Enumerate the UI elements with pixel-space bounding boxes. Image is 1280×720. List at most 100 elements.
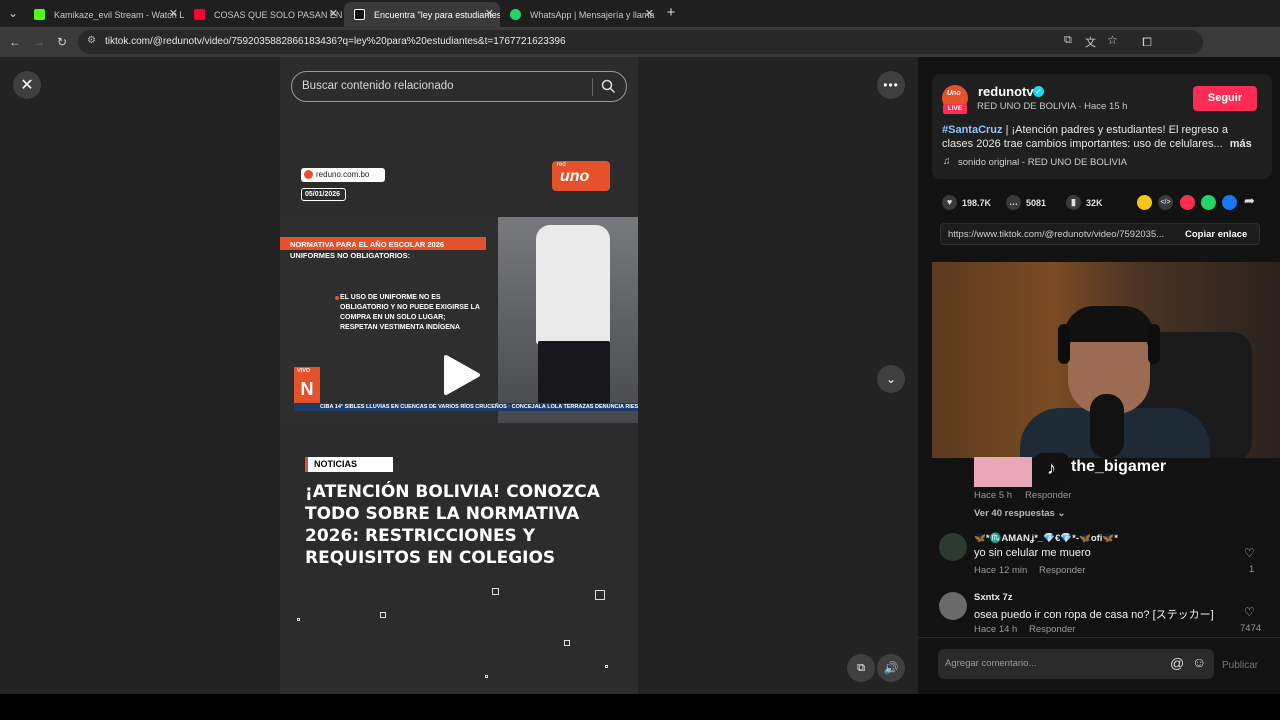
comment-time: Hace 12 min [974,565,1028,576]
hashtag-link[interactable]: #SantaCruz [942,124,1003,136]
like-comment-icon[interactable]: ♡ [1244,546,1255,560]
share-arrow-icon[interactable]: ➦ [1244,193,1255,209]
microphone [1090,394,1124,458]
kick-icon [34,9,45,20]
whatsapp-share-icon[interactable] [1201,195,1216,210]
sparkle [564,640,570,646]
comment-time: Hace 5 h [974,490,1013,501]
site-info-icon[interactable]: ⚙ [87,35,96,46]
webcam-overlay [932,262,1280,458]
tv-banner: NORMATIVA PARA EL AÑO ESCOLAR 2026 [280,237,486,250]
music-note-icon: ♫ [943,156,951,167]
tiktok-logo-icon: ♪ [1034,453,1069,483]
sparkle [595,590,605,600]
comment-icon[interactable]: … [1006,195,1021,210]
heart-icon[interactable]: ♥ [942,195,957,210]
comment-text: osea puedo ir con ropa de casa no? [ステッカ… [974,609,1214,621]
close-tab-icon[interactable]: ✕ [169,7,178,20]
commenter-avatar[interactable] [939,592,967,620]
tab-youtube[interactable]: COSAS QUE SOLO PASAN EN B ✕ [184,2,344,27]
video-player[interactable]: Buscar contenido relacionado reduno.com.… [280,57,638,694]
tab-kick[interactable]: Kamikaze_evil Stream - Watch L ✕ [24,2,184,27]
tv-body-text: EL USO DE UNIFORME NO ES OBLIGATORIO Y N… [340,294,480,331]
send-icon[interactable] [1180,195,1195,210]
close-icon[interactable]: ✕ [13,71,41,99]
search-icon[interactable] [601,79,616,94]
streamer-name: the_bigamer [1071,458,1167,475]
uniform-shirt [536,225,610,345]
commenter-name[interactable]: 🦋*♏️AMANʝ*_💎€💎*-🦋ofi🦋* [974,533,1118,544]
reply-link[interactable]: Responder [1025,490,1071,501]
play-icon[interactable] [440,353,482,397]
close-tab-icon[interactable]: ✕ [645,7,654,20]
headphone-right [1148,324,1160,364]
embed-icon[interactable]: </> [1158,195,1173,210]
save-stat[interactable]: ▮ 32K [1066,195,1103,210]
emoji-icon[interactable]: ☺ [1192,654,1206,670]
extensions-icon[interactable]: ⧠ [1140,35,1154,49]
related-search[interactable]: Buscar contenido relacionado [291,71,627,102]
like-comment-icon[interactable]: ♡ [1244,605,1255,619]
like-stat[interactable]: ♥ 198.7K [942,195,991,210]
install-app-icon[interactable]: ⧉ [1064,34,1072,47]
follow-button[interactable]: Seguir [1193,86,1257,111]
comment-likes: 1 [1249,564,1255,575]
close-tab-icon[interactable]: ✕ [485,7,494,20]
next-video-icon[interactable]: ⌄ [877,365,905,393]
info-panel: Uno LIVE redunotv ✓ RED UNO DE BOLIVIA ·… [918,57,1280,694]
search-input[interactable]: Buscar contenido relacionado [302,80,454,92]
headphone-left [1058,324,1070,364]
tab-search-icon[interactable]: ⌄ [6,6,20,20]
more-options-icon[interactable]: ••• [877,71,905,99]
translate-icon[interactable]: 文 [1085,34,1096,50]
video-link[interactable]: https://www.tiktok.com/@redunotv/video/7… [948,229,1164,240]
sparkle [605,665,608,668]
publish-button[interactable]: Publicar [1222,660,1258,671]
address-bar: ← → ↻ ⚙ tiktok.com/@redunotv/video/75920… [0,27,1280,57]
commenter-avatar[interactable] [939,533,967,561]
author-card: Uno LIVE redunotv ✓ RED UNO DE BOLIVIA ·… [932,74,1272,179]
avatar-strip [974,457,1032,487]
live-badge: LIVE [943,104,967,114]
volume-icon[interactable]: 🔊 [877,654,905,682]
mention-icon[interactable]: @ [1170,655,1184,671]
close-tab-icon[interactable]: ✕ [329,7,338,20]
channel-n-logo: N [294,375,320,403]
comment-placeholder: Agregar comentario... [945,658,1037,669]
reload-icon[interactable]: ↻ [55,35,69,49]
copy-link-button[interactable]: Copiar enlace [1185,229,1247,240]
url-field[interactable]: ⚙ tiktok.com/@redunotv/video/75920358828… [78,30,1203,54]
pip-icon[interactable]: ⧉ [847,654,875,682]
comment-stat[interactable]: … 5081 [1006,195,1046,210]
forward-icon[interactable]: → [32,35,46,49]
view-replies-link[interactable]: Ver 40 respuestas ⌄ [974,508,1065,519]
music-label[interactable]: sonido original - RED UNO DE BOLIVIA [958,157,1127,168]
bullet-icon [335,296,339,300]
facebook-share-icon[interactable] [1222,195,1237,210]
back-icon[interactable]: ← [8,35,22,49]
youtube-icon [194,9,205,20]
bookmark-icon[interactable]: ▮ [1066,195,1081,210]
comment-input[interactable]: Agregar comentario... @ ☺ [938,649,1214,679]
more-link[interactable]: más [1230,138,1252,150]
whatsapp-icon [510,9,521,20]
reply-link[interactable]: Responder [1029,624,1075,635]
reply-link[interactable]: Responder [1039,565,1085,576]
tab-whatsapp[interactable]: WhatsApp | Mensajería y llama ✕ [500,2,660,27]
repost-icon[interactable] [1137,195,1152,210]
bookmark-star-icon[interactable]: ☆ [1107,33,1118,47]
video-description: #SantaCruz | ¡Atención padres y estudian… [942,123,1262,151]
divider [918,637,1280,638]
news-badge: NOTICIAS [305,457,393,472]
uniform-footage [498,217,638,423]
comment-likes: 7474 [1240,623,1262,634]
author-name[interactable]: redunotv [978,84,1034,99]
red-uno-logo: red uno [552,161,610,191]
comment-text: yo sin celular me muero [974,547,1091,559]
new-tab-icon[interactable]: + [664,5,678,20]
tv-subtitle: UNIFORMES NO OBLIGATORIOS: [290,251,411,260]
video-headline: ¡ATENCIÓN BOLIVIA! CONOZCA TODO SOBRE LA… [305,482,600,568]
tab-tiktok[interactable]: Encuentra "ley para estudiantes ✕ [344,2,500,27]
commenter-name[interactable]: Sxntx 7z [974,592,1013,603]
author-avatar[interactable]: Uno LIVE [942,85,968,114]
